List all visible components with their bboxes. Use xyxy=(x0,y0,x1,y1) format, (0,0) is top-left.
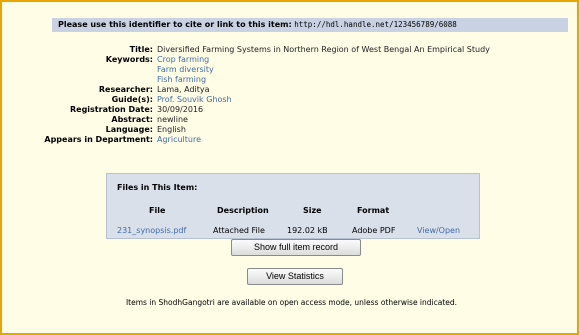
access-notice: Items in ShodhGangotri are available on … xyxy=(125,298,458,307)
item-page-frame: Please use this identifier to cite or li… xyxy=(0,0,579,335)
file-size: 192.02 kB xyxy=(287,226,328,235)
keyword-link[interactable]: Farm diversity xyxy=(157,65,214,75)
keywords-key: Keywords: xyxy=(105,55,153,64)
files-header-format: Format xyxy=(357,206,390,215)
file-format: Adobe PDF xyxy=(352,226,396,235)
language-value: English xyxy=(157,125,186,134)
keyword-link[interactable]: Fish farming xyxy=(157,75,206,85)
regdate-key: Registration Date: xyxy=(69,105,153,114)
department-key: Appears in Department: xyxy=(44,135,153,144)
title-value: Diversified Farming Systems in Northern … xyxy=(157,45,490,54)
cite-identifier-bar: Please use this identifier to cite or li… xyxy=(52,18,568,32)
files-title: Files in This Item: xyxy=(117,183,198,192)
language-key: Language: xyxy=(105,125,153,134)
abstract-value: newline xyxy=(157,115,188,124)
view-statistics-button[interactable]: View Statistics xyxy=(247,268,343,285)
researcher-value: Lama, Aditya xyxy=(157,85,210,94)
regdate-value: 30/09/2016 xyxy=(157,105,204,114)
researcher-key: Researcher: xyxy=(98,85,153,94)
guide-key: Guide(s): xyxy=(111,95,153,104)
files-header-description: Description xyxy=(217,206,269,215)
abstract-key: Abstract: xyxy=(111,115,153,124)
title-key: Title: xyxy=(129,45,153,54)
file-description: Attached File xyxy=(213,226,265,235)
file-link[interactable]: 231_synopsis.pdf xyxy=(117,226,186,235)
keyword-link[interactable]: Crop farming xyxy=(157,55,209,65)
guide-link[interactable]: Prof. Souvik Ghosh xyxy=(157,95,232,105)
handle-url[interactable]: http://hdl.handle.net/123456789/6088 xyxy=(294,20,457,29)
department-link[interactable]: Agriculture xyxy=(157,135,201,145)
files-header-size: Size xyxy=(303,206,322,215)
show-full-record-button[interactable]: Show full item record xyxy=(231,239,361,256)
files-header-file: File xyxy=(149,206,166,215)
files-panel: Files in This Item: File Description Siz… xyxy=(106,173,480,239)
view-open-link[interactable]: View/Open xyxy=(417,226,460,235)
cite-label: Please use this identifier to cite or li… xyxy=(58,20,292,29)
